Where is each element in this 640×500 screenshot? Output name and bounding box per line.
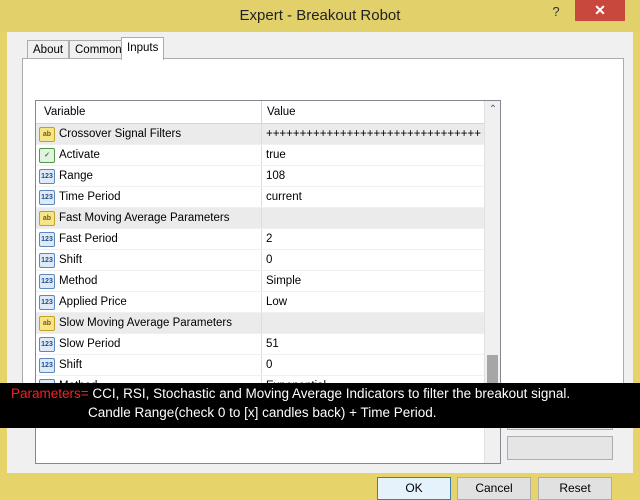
param-row[interactable]: 123 Slow Period 51 <box>36 334 484 355</box>
tab-common[interactable]: Common <box>69 40 128 59</box>
close-button[interactable]: ✕ <box>575 0 625 21</box>
param-value[interactable]: 0 <box>261 355 489 375</box>
grid-header: Variable Value <box>36 101 484 124</box>
grid-rows: ab Crossover Signal Filters ++++++++++++++… <box>36 124 484 418</box>
param-row[interactable]: 123 Fast Period 2 <box>36 229 484 250</box>
param-name: Time Period <box>59 191 121 203</box>
param-value[interactable]: 2 <box>261 229 489 249</box>
number-type-icon: 123 <box>39 337 55 352</box>
tab-about[interactable]: About <box>27 40 70 59</box>
number-type-icon: 123 <box>39 295 55 310</box>
param-row[interactable]: ✓ Activate true <box>36 145 484 166</box>
banner-label: Parameters= <box>11 386 89 401</box>
banner-line-2: Candle Range(check 0 to [x] candles back… <box>88 405 437 420</box>
group-row[interactable]: ab Crossover Signal Filters ++++++++++++++… <box>36 124 484 145</box>
param-value[interactable]: 108 <box>261 166 489 186</box>
param-row[interactable]: 123 Time Period current <box>36 187 484 208</box>
header-value[interactable]: Value <box>267 101 296 123</box>
number-type-icon: 123 <box>39 232 55 247</box>
param-value[interactable] <box>261 313 489 333</box>
param-name: Applied Price <box>59 296 127 308</box>
param-name: Fast Period <box>59 233 118 245</box>
param-row[interactable]: 123 Shift 0 <box>36 355 484 376</box>
reset-button[interactable]: Reset <box>538 477 612 500</box>
group-row[interactable]: ab Slow Moving Average Parameters <box>36 313 484 334</box>
number-type-icon: 123 <box>39 169 55 184</box>
cancel-button[interactable]: Cancel <box>457 477 531 500</box>
param-name: Method <box>59 275 98 287</box>
param-value[interactable]: current <box>261 187 489 207</box>
number-type-icon: 123 <box>39 253 55 268</box>
param-name: Range <box>59 170 93 182</box>
param-value[interactable] <box>261 208 489 228</box>
text-type-icon: ab <box>39 211 55 226</box>
banner-line-1: Parameters= CCI, RSI, Stochastic and Mov… <box>11 386 570 401</box>
number-type-icon: 123 <box>39 274 55 289</box>
number-type-icon: 123 <box>39 358 55 373</box>
help-button[interactable]: ? <box>545 2 567 22</box>
banner-text-1: CCI, RSI, Stochastic and Moving Average … <box>88 386 571 401</box>
text-type-icon: ab <box>39 127 55 142</box>
param-name: Shift <box>59 359 83 371</box>
bool-type-icon: ✓ <box>39 148 55 163</box>
scroll-up-icon[interactable]: ⌃ <box>485 101 500 118</box>
param-row[interactable]: 123 Applied Price Low <box>36 292 484 313</box>
param-name: Shift <box>59 254 83 266</box>
side-button-2[interactable] <box>507 436 613 460</box>
header-separator <box>261 101 262 123</box>
param-row[interactable]: 123 Method Simple <box>36 271 484 292</box>
parameters-banner: Parameters= CCI, RSI, Stochastic and Mov… <box>0 383 640 428</box>
param-value[interactable]: 51 <box>261 334 489 354</box>
param-value[interactable]: Low <box>261 292 489 312</box>
param-name: Activate <box>59 149 100 161</box>
param-value[interactable]: 0 <box>261 250 489 270</box>
param-value[interactable]: true <box>261 145 489 165</box>
param-name: Fast Moving Average Parameters <box>59 212 230 224</box>
param-value[interactable]: Simple <box>261 271 489 291</box>
param-row[interactable]: 123 Shift 0 <box>36 250 484 271</box>
param-value[interactable]: ++++++++++++++++++++++++++++++++ <box>261 124 489 144</box>
window-title: Expert - Breakout Robot <box>239 7 401 24</box>
ok-button[interactable]: OK <box>377 477 451 500</box>
param-name: Slow Period <box>59 338 121 350</box>
text-type-icon: ab <box>39 316 55 331</box>
header-variable[interactable]: Variable <box>44 101 85 123</box>
param-name: Crossover Signal Filters <box>59 128 182 140</box>
tab-inputs[interactable]: Inputs <box>121 37 165 60</box>
title-bar: Expert - Breakout Robot ? ✕ <box>0 0 640 32</box>
param-row[interactable]: 123 Range 108 <box>36 166 484 187</box>
number-type-icon: 123 <box>39 190 55 205</box>
group-row[interactable]: ab Fast Moving Average Parameters <box>36 208 484 229</box>
param-name: Slow Moving Average Parameters <box>59 317 233 329</box>
